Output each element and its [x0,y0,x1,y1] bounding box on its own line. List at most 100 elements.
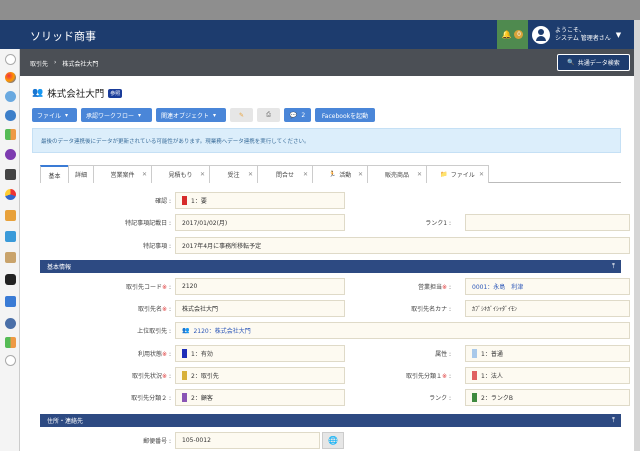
client-cat2-value-text: 2：顧客 [191,395,213,402]
comments-button[interactable]: 💬 2 [284,108,311,122]
sidebar-item-contacts-icon[interactable] [5,110,16,121]
sidebar-collapse-icon[interactable] [5,54,16,65]
folder-icon: 📁 [440,171,448,178]
caret-down-icon: ▼ [615,30,622,39]
sidebar-item-apps-icon[interactable] [5,337,16,348]
comments-count: 2 [301,111,306,119]
vertical-scrollbar[interactable] [634,20,640,451]
sidebar-item-cube-icon[interactable] [5,231,16,242]
page-title: 👥 株式会社大門 参照 [32,86,123,100]
notification-button[interactable]: 🔔 0 [497,20,528,49]
sidebar-item-tools-icon[interactable] [5,169,16,180]
sidebar-item-grid-icon[interactable] [5,129,16,140]
tab-activities-label: 活動 [339,172,352,179]
sidebar-expand-icon[interactable] [5,355,16,366]
tab-detail[interactable]: 詳細 [68,165,94,183]
facebook-launch-button[interactable]: Facebookを起動 [315,108,375,122]
app-frame: ソリッド商事 🔔 0 ようこそ、 システム 管理者さん ▼ 取引先 › 株式会社… [0,0,640,451]
row-client-status: 取引先状況※ : 2：取引先 取引先分類１※ : 1：法人 [40,365,630,386]
close-icon[interactable]: ✕ [142,171,147,178]
required-mark: ※ [162,306,168,313]
row-usage: 利用状態※ : 1：有効 属性 : 1：普通 [40,343,630,364]
client-status-value: 2：取引先 [175,367,345,384]
sidebar-item-chart-icon[interactable] [5,189,16,200]
section-basic-info[interactable]: 基本情報 ⤒ [40,260,621,273]
row-client-name: 取引先名※ : 株式会社大門 取引先名カナ : ｶﾌﾞｼｷｶﾞｲｼｬﾀﾞｲﾓﾝ [40,298,630,319]
tab-deals[interactable]: 営業案件 ✕ [93,165,152,183]
tab-products[interactable]: 販売商品 ✕ [367,165,427,183]
sidebar-item-mobile-icon[interactable] [5,296,16,307]
rank-value: 2：ランクB [465,389,630,406]
tab-quotes-label: 見積もり [168,172,193,179]
bell-icon: 🔔 [501,30,512,39]
caret-down-icon: ▾ [213,111,217,119]
main-content: 👥 株式会社大門 参照 ファイル ▾ 承認ワークフロー ▾ 関連オブジェクト ▾ ✎ … [20,76,634,451]
client-status-label-text: 取引先状況 [132,373,163,380]
tab-inquiries[interactable]: 問合せ ✕ [257,165,313,183]
required-mark: ※ [162,373,168,380]
caret-down-icon: ▾ [65,111,69,119]
tab-orders[interactable]: 受注 ✕ [209,165,258,183]
sidebar-item-sync-icon[interactable] [5,318,16,329]
comment-icon: 💬 [289,111,298,119]
client-status-label: 取引先状況※ : [132,373,171,380]
greeting-line: ようこそ、 [555,26,586,34]
client-code-label: 取引先コード※ : [126,284,171,291]
usage-value: 1：有効 [175,345,345,362]
tab-deals-label: 営業案件 [110,172,135,179]
workflow-menu-button[interactable]: 承認ワークフロー ▾ [81,108,152,122]
postal-label: 郵便番号 : [143,438,171,445]
rank-value-text: 2：ランクB [481,395,513,402]
client-cat2-value: 2：顧客 [175,389,345,406]
attribute-value: 1：普通 [465,345,630,362]
breadcrumb: 取引先 › 株式会社大門 [30,59,98,68]
sync-alert: 最後のデータ連携後にデータが更新されている可能性があります。現業務へデータ連携を… [32,128,621,153]
top-gray-band [0,0,640,20]
sidebar-item-info-icon[interactable] [5,149,16,160]
section-address[interactable]: 住所・連絡先 ⤒ [40,414,621,427]
user-menu[interactable]: ようこそ、 システム 管理者さん ▼ [528,20,634,49]
sidebar-item-document-icon[interactable] [5,252,16,263]
close-icon[interactable]: ✕ [358,171,363,178]
close-icon[interactable]: ✕ [479,171,484,178]
file-menu-button[interactable]: ファイル ▾ [32,108,77,122]
company-people-icon: 👥 [182,327,190,334]
related-objects-button[interactable]: 関連オブジェクト ▾ [156,108,226,122]
tab-orders-label: 受注 [227,172,240,179]
required-mark: ※ [442,284,448,291]
rank-label: ランク : [429,395,451,402]
sales-rep-label: 営業担当※ : [418,284,451,291]
special-date-value: 2017/01/02(月) [175,214,345,231]
close-icon[interactable]: ✕ [417,171,422,178]
tab-basic[interactable]: 基本 [40,165,69,183]
parent-client-value-text: 2120：株式会社大門 [193,328,251,335]
globe-lookup-button[interactable]: 🌐 [322,432,344,449]
client-name-value: 株式会社大門 [175,300,345,317]
sales-rep-value[interactable]: 0001：永島 利津 [465,278,630,295]
color-swatch [182,196,187,205]
close-icon[interactable]: ✕ [303,171,308,178]
print-button[interactable]: ⎙ [257,108,280,122]
close-icon[interactable]: ✕ [200,171,205,178]
tab-activities[interactable]: 🏃 活動 ✕ [312,165,368,183]
client-cat1-label-text: 取引先分類１ [406,373,443,380]
confirm-value-text: 1：要 [191,198,207,205]
shared-data-search-button[interactable]: 🔍 共通データ検索 [557,54,630,71]
tab-files[interactable]: 📁 ファイル ✕ [426,165,489,183]
sidebar-item-chat-icon[interactable] [5,91,16,102]
parent-client-value[interactable]: 👥 2120：株式会社大門 [175,322,630,339]
close-icon[interactable]: ✕ [248,171,253,178]
notification-count: 0 [514,30,524,39]
sidebar-item-flag-icon[interactable] [5,210,16,221]
sidebar-item-dashboard-icon[interactable] [5,72,16,83]
usage-label: 利用状態※ : [138,351,171,358]
tab-quotes[interactable]: 見積もり ✕ [151,165,210,183]
breadcrumb-item-clients[interactable]: 取引先 [30,59,48,68]
reference-badge: 参照 [108,88,123,98]
client-cat1-label: 取引先分類１※ : [406,373,451,380]
sidebar-item-activity-icon[interactable] [5,274,16,285]
edit-button[interactable]: ✎ [230,108,253,122]
user-name: システム 管理者さん [555,34,611,42]
row-postal: 郵便番号 : 105-0012 🌐 [40,430,621,451]
special-note-value: 2017年4月に事務所移転予定 [175,237,630,254]
